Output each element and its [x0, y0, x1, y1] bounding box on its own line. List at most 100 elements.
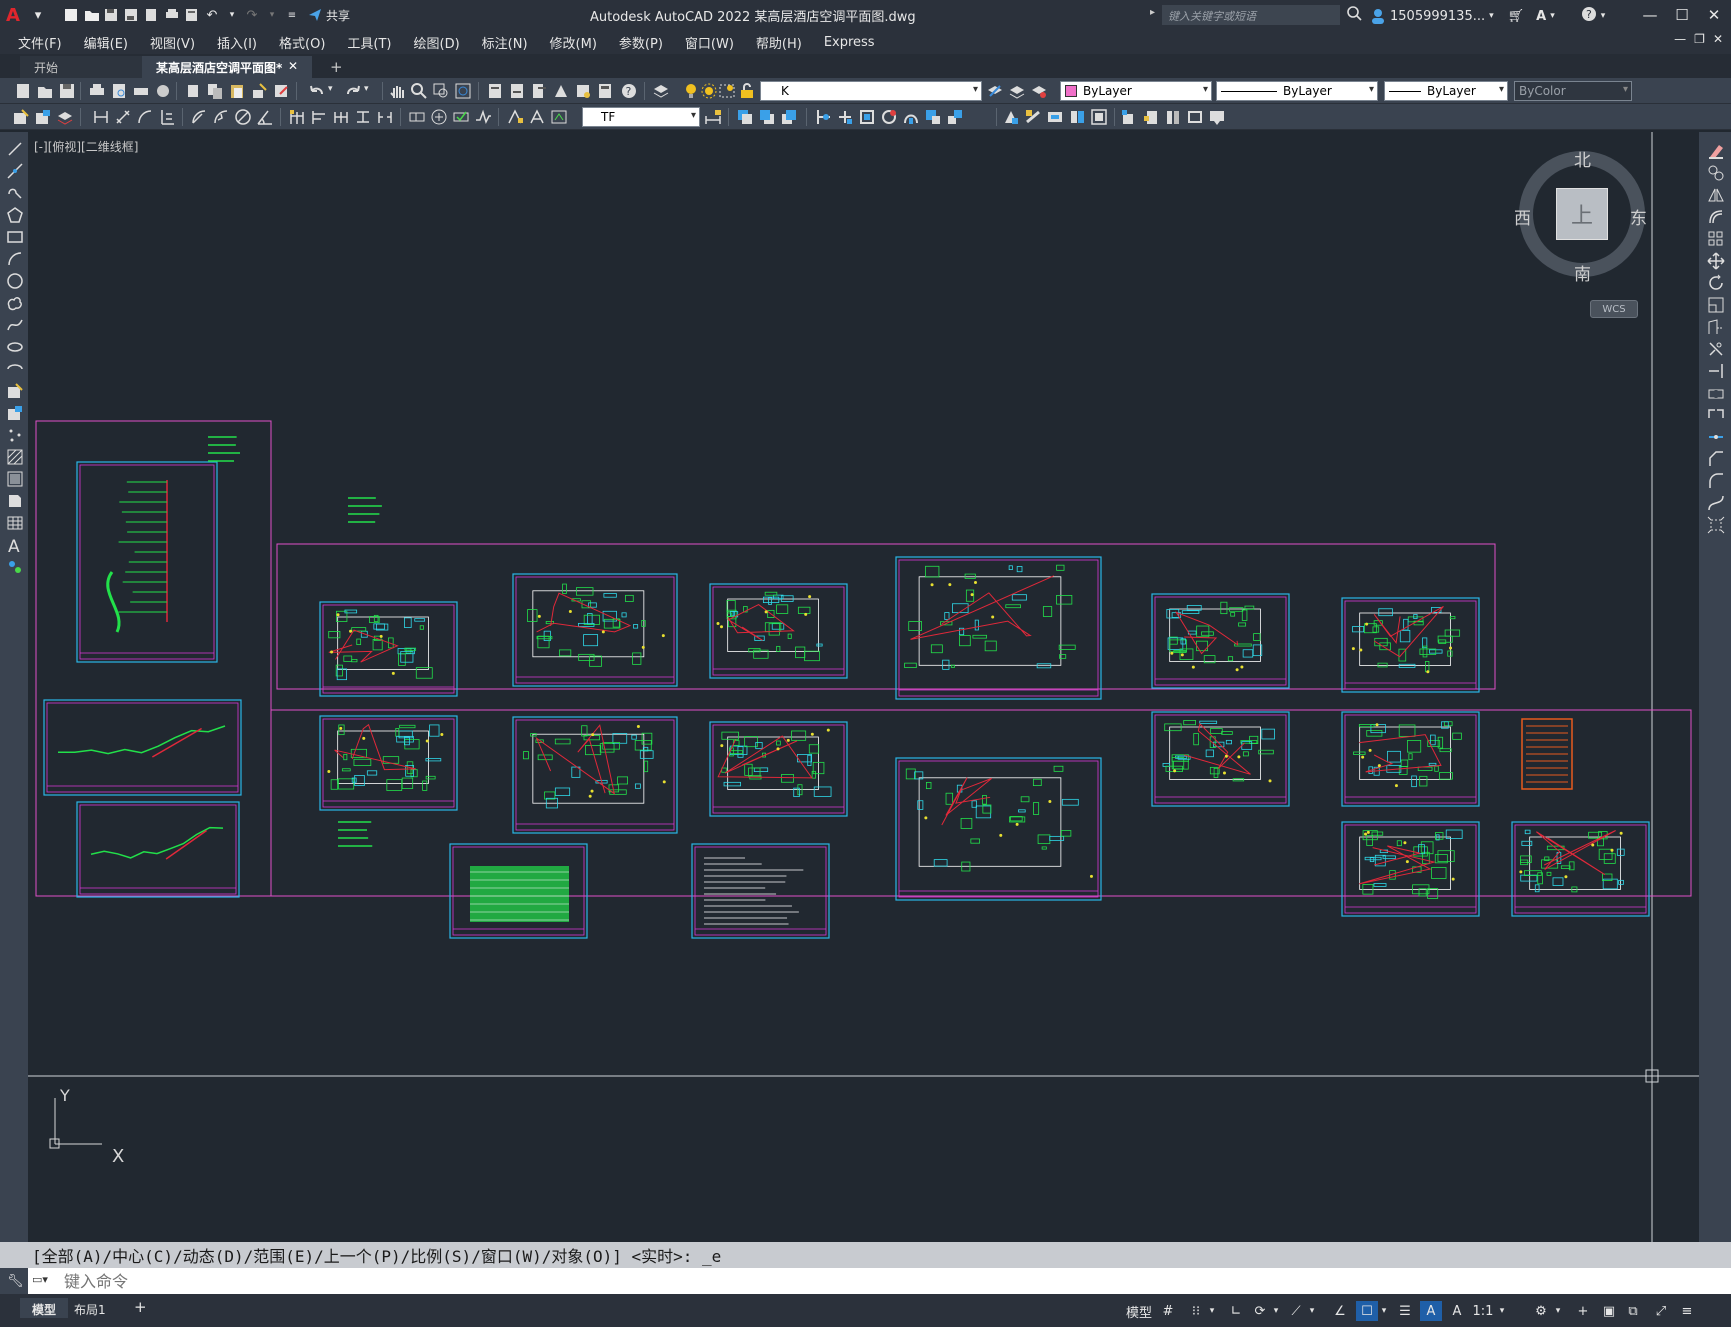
explode-icon[interactable]: [1707, 516, 1725, 534]
modify-icon-6[interactable]: [924, 108, 942, 126]
lineweight-dropdown[interactable]: ByLayer ▾: [1384, 81, 1508, 101]
modify-icon-14[interactable]: [1142, 108, 1160, 126]
minimize-icon[interactable]: —: [1639, 4, 1661, 26]
menu-view[interactable]: 视图(V): [150, 33, 195, 52]
menu-edit[interactable]: 编辑(E): [84, 33, 128, 52]
menu-express[interactable]: Express: [824, 35, 875, 50]
offset-icon[interactable]: [1707, 208, 1725, 226]
polyline-icon[interactable]: [6, 184, 24, 202]
modify-icon-12[interactable]: [1090, 108, 1108, 126]
polar-dropdown-icon[interactable]: ▾: [1270, 1301, 1282, 1321]
dimension-edit-icon[interactable]: [506, 108, 524, 126]
dimension-update-icon[interactable]: [550, 108, 568, 126]
doc-close-icon[interactable]: ✕: [1713, 32, 1723, 46]
publish-icon[interactable]: [132, 82, 150, 100]
viewcube-north[interactable]: 北: [1574, 146, 1591, 171]
viewcube[interactable]: 北 南 东 西 上: [1514, 146, 1647, 285]
zoom-window-icon[interactable]: [432, 82, 450, 100]
layer-dropdown[interactable]: K ▾: [760, 81, 982, 101]
doc-restore-icon[interactable]: ❐: [1694, 32, 1705, 46]
mirror-icon[interactable]: [1707, 186, 1725, 204]
snap-mode-icon[interactable]: ⁝⁝: [1186, 1301, 1206, 1321]
line-icon[interactable]: [6, 140, 24, 158]
layer-thaw-sun-icon[interactable]: [700, 82, 718, 100]
publish-icon[interactable]: [142, 5, 162, 25]
break-at-point-icon[interactable]: [1707, 384, 1725, 402]
menu-help[interactable]: 帮助(H): [756, 33, 802, 52]
modify-icon-13[interactable]: [1120, 108, 1138, 126]
multiline-text-icon[interactable]: A: [6, 536, 24, 554]
baseline-dimension-icon[interactable]: [310, 108, 328, 126]
annotation-monitor-icon[interactable]: +: [1572, 1301, 1594, 1321]
customization-icon[interactable]: ≡: [1676, 1301, 1698, 1321]
object-snap-tracking-icon[interactable]: ∠: [1330, 1301, 1350, 1321]
annotation-scale[interactable]: 1:1: [1472, 1301, 1494, 1321]
trim-icon[interactable]: [1707, 340, 1725, 358]
design-center-icon[interactable]: [508, 82, 526, 100]
continue-dimension-icon[interactable]: [332, 108, 350, 126]
tab-drawing[interactable]: 某高层酒店空调平面图* ✕: [142, 56, 312, 78]
workspace-gear-icon[interactable]: ⚙: [1530, 1301, 1552, 1321]
region-icon[interactable]: [6, 492, 24, 510]
modify-icon-7[interactable]: [946, 108, 964, 126]
help-icon[interactable]: ?: [620, 82, 638, 100]
polar-tracking-icon[interactable]: ⟳: [1250, 1301, 1270, 1321]
linear-dimension-icon[interactable]: [92, 108, 110, 126]
zoom-previous-icon[interactable]: [454, 82, 472, 100]
user-account[interactable]: 1505999135... ▾ 🛒︎ A ▾ ? ▾: [1370, 6, 1605, 26]
pan-icon[interactable]: [388, 82, 406, 100]
ellipse-arc-icon[interactable]: [6, 360, 24, 378]
cart-icon[interactable]: 🛒︎: [1508, 9, 1525, 24]
command-prompt-icon[interactable]: ▭▾: [32, 1273, 48, 1286]
layer-previous-icon[interactable]: [1008, 82, 1026, 100]
viewcube-top-face[interactable]: 上: [1556, 188, 1608, 240]
join-icon[interactable]: [1707, 428, 1725, 446]
quick-dimension-icon[interactable]: [288, 108, 306, 126]
print-icon[interactable]: [162, 5, 182, 25]
isodraft-icon[interactable]: ⟋: [1286, 1301, 1306, 1321]
block-editor-icon[interactable]: [272, 82, 290, 100]
modify-icon-15[interactable]: [1164, 108, 1182, 126]
stretch-icon[interactable]: [1707, 318, 1725, 336]
inspection-icon[interactable]: [452, 108, 470, 126]
tab-model[interactable]: 模型: [20, 1298, 69, 1318]
insert-block-icon[interactable]: [12, 108, 30, 126]
autodesk-app-store-icon[interactable]: A: [1536, 9, 1546, 24]
save-icon[interactable]: [58, 82, 76, 100]
plot-icon[interactable]: [88, 82, 106, 100]
3d-print-icon[interactable]: [154, 82, 172, 100]
arc-length-icon[interactable]: [136, 108, 154, 126]
modify-icon-8[interactable]: [1002, 108, 1020, 126]
revision-cloud-icon[interactable]: [6, 294, 24, 312]
insert-block-icon[interactable]: [6, 382, 24, 400]
gradient-icon[interactable]: [6, 470, 24, 488]
modify-icon-10[interactable]: [1046, 108, 1064, 126]
clean-screen-icon[interactable]: ⤢: [1650, 1301, 1672, 1321]
menu-format[interactable]: 格式(O): [279, 33, 325, 52]
help-dropdown-icon[interactable]: ▾: [1601, 11, 1606, 21]
modify-icon-1[interactable]: [814, 108, 832, 126]
draw-order-back-icon[interactable]: [758, 108, 776, 126]
redo-icon[interactable]: ↷: [242, 5, 262, 25]
aligned-dimension-icon[interactable]: [114, 108, 132, 126]
menu-modify[interactable]: 修改(M): [550, 33, 597, 52]
chamfer-icon[interactable]: [1707, 450, 1725, 468]
linetype-dropdown[interactable]: ByLayer ▾: [1216, 81, 1378, 101]
new-tab-button[interactable]: +: [322, 56, 351, 78]
rotate-icon[interactable]: [1707, 274, 1725, 292]
text-style-dropdown[interactable]: TF ▾: [582, 107, 700, 127]
isodraft-dropdown-icon[interactable]: ▾: [1306, 1301, 1318, 1321]
menu-parametric[interactable]: 参数(P): [619, 33, 663, 52]
add-selected-icon[interactable]: [6, 558, 24, 576]
undo-dropdown-icon[interactable]: ▾: [222, 5, 242, 25]
doc-minimize-icon[interactable]: —: [1674, 32, 1686, 46]
construction-line-icon[interactable]: [6, 162, 24, 180]
lineweight-display-icon[interactable]: ☰: [1394, 1301, 1416, 1321]
plotstyle-dropdown[interactable]: ByColor ▾: [1514, 81, 1632, 101]
quickcalc-icon[interactable]: [596, 82, 614, 100]
menu-dimension[interactable]: 标注(N): [482, 33, 528, 52]
center-mark-icon[interactable]: [430, 108, 448, 126]
grid-icon[interactable]: #: [1158, 1301, 1178, 1321]
viewcube-east[interactable]: 东: [1630, 204, 1647, 229]
make-block-icon[interactable]: [6, 404, 24, 422]
